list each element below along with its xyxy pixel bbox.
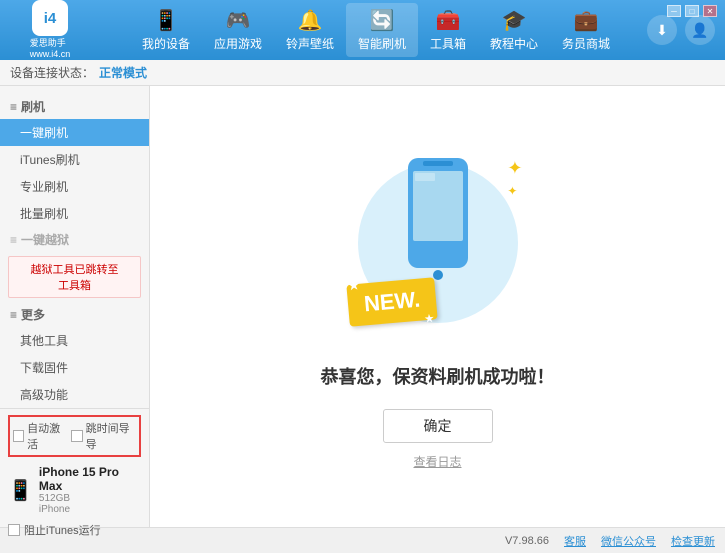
logo-icon: i4 (32, 0, 68, 36)
sidebar-item-itunes-flash[interactable]: iTunes刷机 (0, 146, 149, 173)
phone-illustration (398, 153, 478, 293)
download-button[interactable]: ⬇ (647, 15, 677, 45)
nav-store-icon: 💼 (574, 8, 599, 33)
time-guide-cb (71, 430, 82, 442)
view-log-link[interactable]: 查看日志 (413, 453, 461, 470)
nav-toolbox[interactable]: 🧰 工具箱 (418, 3, 478, 57)
nav-ringtone-label: 铃声壁纸 (286, 35, 334, 52)
status-prefix: 设备连接状态： (10, 64, 94, 81)
nav-toolbox-icon: 🧰 (436, 8, 461, 33)
device-details: iPhone 15 Pro Max 512GB iPhone (39, 465, 141, 515)
sidebar-section-activation: ≡ 一键越狱 (0, 227, 149, 252)
nav-device-icon: 📱 (153, 8, 178, 33)
new-badge: NEW. (346, 277, 438, 327)
window-controls: ─ □ ✕ (667, 5, 717, 17)
auto-activate-label: 自动激活 (27, 420, 67, 452)
auto-activate-box: 自动激活 跳时间导导 (8, 415, 141, 457)
header-right: ⬇ 👤 (647, 15, 715, 45)
auto-activate-row: 自动激活 跳时间导导 (8, 415, 141, 457)
restore-button[interactable]: □ (685, 5, 699, 17)
batch-flash-label: 批量刷机 (20, 205, 68, 222)
device-type: iPhone (39, 504, 141, 515)
nav-smart-flash[interactable]: 🔄 智能刷机 (346, 3, 418, 57)
nav-tutorial[interactable]: 🎓 教程中心 (478, 3, 550, 57)
itunes-row: 阻止iTunes运行 (8, 519, 141, 541)
nav-ringtone[interactable]: 🔔 铃声壁纸 (274, 3, 346, 57)
nav-device-label: 我的设备 (142, 35, 190, 52)
main-content: NEW. ✦✦ 恭喜您，保资料刷机成功啦！ 确定 查看日志 (150, 86, 725, 527)
illustration: NEW. ✦✦ (338, 143, 538, 343)
itunes-checkbox[interactable] (8, 524, 20, 536)
nav-store-label: 务员商城 (562, 35, 610, 52)
time-guide-checkbox[interactable]: 跳时间导导 (71, 420, 136, 452)
flash-section-icon: ≡ (10, 100, 17, 114)
auto-activate-checkbox[interactable]: 自动激活 (13, 420, 67, 452)
device-info: 📱 iPhone 15 Pro Max 512GB iPhone (8, 461, 141, 519)
sidebar-section-more: ≡ 更多 (0, 302, 149, 327)
user-button[interactable]: 👤 (685, 15, 715, 45)
nav-apps-icon: 🎮 (226, 8, 251, 33)
check-update-link[interactable]: 检查更新 (671, 533, 715, 549)
nav-ringtone-icon: 🔔 (298, 8, 323, 33)
connection-status-bar: 设备连接状态： 正常模式 (0, 60, 725, 86)
close-button[interactable]: ✕ (703, 5, 717, 17)
device-storage: 512GB (39, 493, 141, 504)
sidebar-item-other-tools[interactable]: 其他工具 (0, 327, 149, 354)
header: i4 爱思助手www.i4.cn 📱 我的设备 🎮 应用游戏 🔔 铃声壁纸 🔄 … (0, 0, 725, 60)
sidebar-item-download-firmware[interactable]: 下载固件 (0, 354, 149, 381)
device-phone-icon: 📱 (8, 478, 33, 503)
version-label: V7.98.66 (505, 535, 549, 547)
status-right: V7.98.66 客服 微信公众号 检查更新 (505, 533, 715, 549)
sidebar-bottom: 自动激活 跳时间导导 📱 iPhone 15 Pro Max 512GB iPh… (0, 408, 149, 547)
sidebar-item-batch-flash[interactable]: 批量刷机 (0, 200, 149, 227)
nav-store[interactable]: 💼 务员商城 (550, 3, 622, 57)
nav-apps[interactable]: 🎮 应用游戏 (202, 3, 274, 57)
wechat-link[interactable]: 微信公众号 (601, 533, 656, 549)
logo-text: 爱思助手www.i4.cn (30, 38, 71, 60)
itunes-label: 阻止iTunes运行 (24, 522, 101, 538)
pro-flash-label: 专业刷机 (20, 178, 68, 195)
sidebar: ≡ 刷机 一键刷机 iTunes刷机 专业刷机 批量刷机 ≡ 一键越狱 越狱工具… (0, 86, 150, 527)
sidebar-item-one-key-flash[interactable]: 一键刷机 (0, 119, 149, 146)
auto-activate-cb (13, 430, 24, 442)
sparkles: ✦✦ (507, 158, 522, 200)
sidebar-item-pro-flash[interactable]: 专业刷机 (0, 173, 149, 200)
nav-smart-flash-icon: 🔄 (370, 8, 395, 33)
nav-apps-label: 应用游戏 (214, 35, 262, 52)
nav-tutorial-label: 教程中心 (490, 35, 538, 52)
status-mode: 正常模式 (99, 64, 147, 81)
itunes-flash-label: iTunes刷机 (20, 151, 80, 168)
sidebar-item-advanced[interactable]: 高级功能 (0, 381, 149, 408)
customer-service-link[interactable]: 客服 (564, 533, 586, 549)
nav-my-device[interactable]: 📱 我的设备 (130, 3, 202, 57)
time-guide-label: 跳时间导导 (86, 420, 136, 452)
confirm-button[interactable]: 确定 (383, 409, 493, 443)
minimize-button[interactable]: ─ (667, 5, 681, 17)
nav-tutorial-icon: 🎓 (502, 8, 527, 33)
success-message: 恭喜您，保资料刷机成功啦！ (321, 363, 555, 389)
sidebar-section-flash: ≡ 刷机 (0, 94, 149, 119)
logo-area: i4 爱思助手www.i4.cn (10, 0, 90, 60)
one-key-flash-label: 一键刷机 (20, 124, 68, 141)
main-layout: ≡ 刷机 一键刷机 iTunes刷机 专业刷机 批量刷机 ≡ 一键越狱 越狱工具… (0, 86, 725, 527)
nav-items: 📱 我的设备 🎮 应用游戏 🔔 铃声壁纸 🔄 智能刷机 🧰 工具箱 🎓 (105, 3, 647, 57)
activation-notice: 越狱工具已跳转至工具箱 (8, 256, 141, 298)
nav-smart-flash-label: 智能刷机 (358, 35, 406, 52)
device-name: iPhone 15 Pro Max (39, 465, 141, 493)
nav-toolbox-label: 工具箱 (430, 35, 466, 52)
